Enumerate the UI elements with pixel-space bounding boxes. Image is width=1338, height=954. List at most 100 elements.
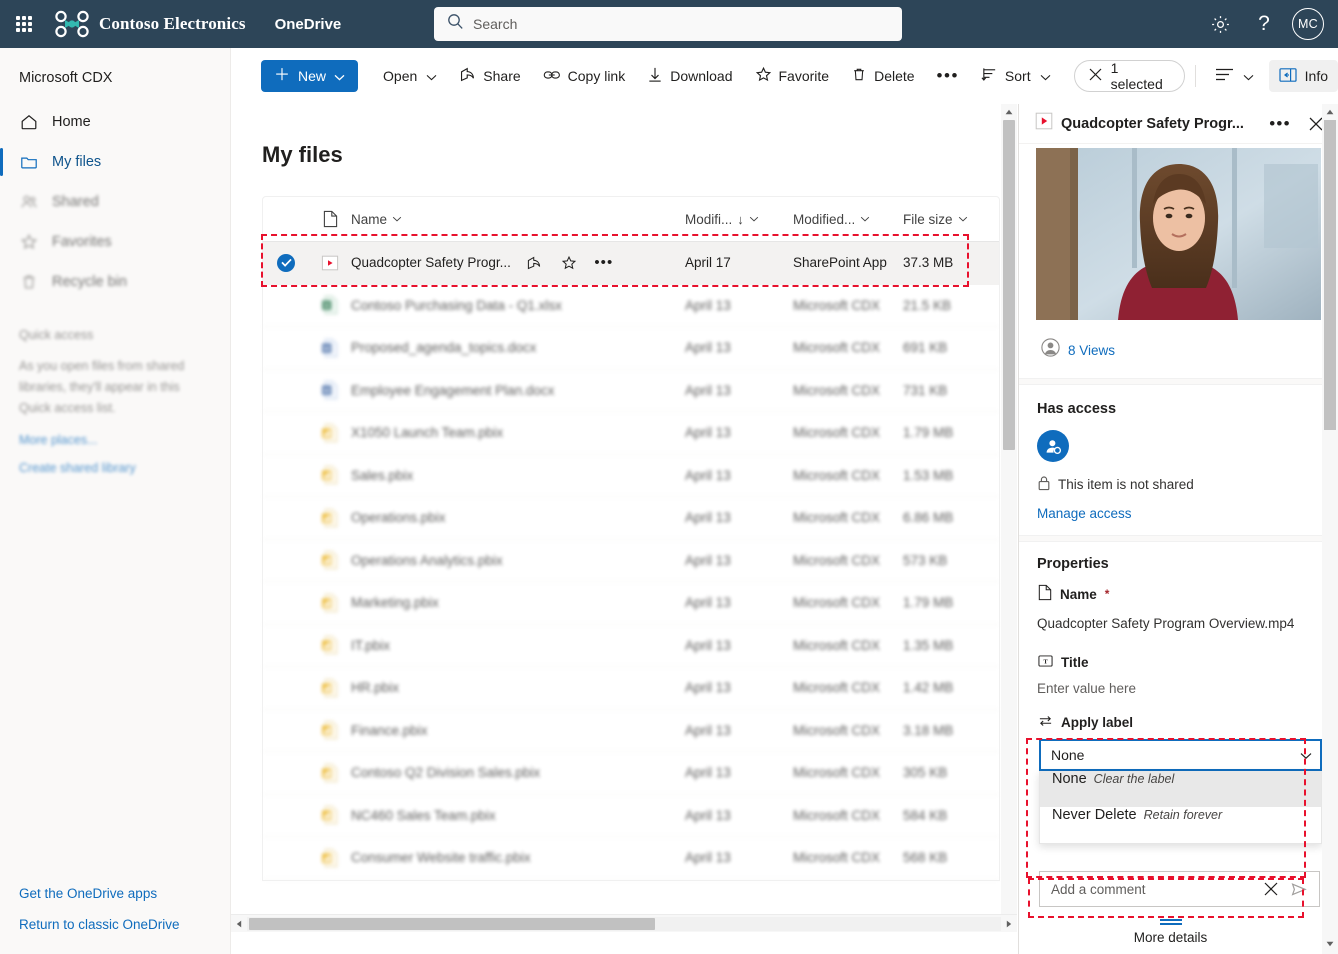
chevron-down-icon[interactable] bbox=[1300, 747, 1312, 763]
file-name-cell[interactable]: Consumer Website traffic.pbix bbox=[351, 850, 685, 865]
get-onedrive-apps-link[interactable]: Get the OneDrive apps bbox=[0, 878, 230, 909]
details-vertical-scrollbar[interactable] bbox=[1322, 104, 1338, 954]
sort-button[interactable]: Sort bbox=[972, 60, 1060, 92]
sidebar-item-recycle-bin[interactable]: Recycle bin bbox=[0, 262, 230, 302]
apply-label-combobox[interactable]: None bbox=[1039, 739, 1322, 771]
access-group-avatar[interactable] bbox=[1037, 430, 1069, 462]
more-details-toggle[interactable]: More details bbox=[1019, 910, 1322, 954]
contoso-logo-icon[interactable] bbox=[54, 10, 90, 38]
comment-input[interactable] bbox=[1051, 882, 1257, 897]
table-row[interactable]: Contoso Q2 Division Sales.pbixApril 13Mi… bbox=[263, 752, 999, 795]
row-checkbox[interactable] bbox=[263, 254, 309, 272]
avatar[interactable]: MC bbox=[1292, 8, 1324, 40]
scroll-left-arrow-icon[interactable] bbox=[231, 920, 247, 928]
scroll-up-arrow-icon[interactable] bbox=[1005, 104, 1013, 120]
download-button[interactable]: Download bbox=[638, 60, 741, 92]
table-row[interactable]: X1050 Launch Team.pbixApril 13Microsoft … bbox=[263, 412, 999, 455]
label-option[interactable]: Never DeleteRetain forever bbox=[1040, 807, 1321, 843]
horizontal-scroll-thumb[interactable] bbox=[249, 918, 655, 930]
table-row[interactable]: Finance.pbixApril 13Microsoft CDX3.18 MB bbox=[263, 710, 999, 753]
file-name-cell[interactable]: Proposed_agenda_topics.docx bbox=[351, 340, 685, 355]
row-share-icon[interactable] bbox=[519, 255, 549, 271]
file-name-cell[interactable]: Sales.pbix bbox=[351, 468, 685, 483]
file-size-cell: 568 KB bbox=[903, 850, 999, 865]
close-icon[interactable] bbox=[1089, 68, 1102, 84]
file-type-column-icon[interactable] bbox=[309, 210, 351, 228]
info-pane-button[interactable]: Info bbox=[1269, 60, 1338, 92]
sidebar-item-home[interactable]: Home bbox=[0, 102, 230, 142]
return-classic-onedrive-link[interactable]: Return to classic OneDrive bbox=[0, 909, 230, 940]
gear-icon[interactable] bbox=[1198, 0, 1242, 48]
table-row[interactable]: WProposed_agenda_topics.docxApril 13Micr… bbox=[263, 327, 999, 370]
open-button[interactable]: Open bbox=[374, 60, 446, 92]
share-button[interactable]: Share bbox=[450, 60, 529, 92]
property-title-value[interactable]: Enter value here bbox=[1019, 671, 1338, 696]
file-name-cell[interactable]: X1050 Launch Team.pbix bbox=[351, 425, 685, 440]
file-name-cell[interactable]: Quadcopter Safety Progr...••• bbox=[351, 255, 685, 271]
help-icon[interactable]: ? bbox=[1242, 0, 1286, 48]
details-scroll-up-arrow-icon[interactable] bbox=[1326, 104, 1334, 120]
app-name[interactable]: OneDrive bbox=[275, 16, 342, 33]
more-places-link[interactable]: More places... bbox=[0, 419, 230, 447]
table-row[interactable]: Marketing.pbixApril 13Microsoft CDX1.79 … bbox=[263, 582, 999, 625]
property-name-value[interactable]: Quadcopter Safety Program Overview.mp4 bbox=[1019, 604, 1338, 634]
row-more-options-icon[interactable]: ••• bbox=[589, 259, 619, 266]
table-row[interactable]: Operations Analytics.pbixApril 13Microso… bbox=[263, 540, 999, 583]
views-count-link[interactable]: 8 Views bbox=[1068, 343, 1115, 358]
file-name-cell[interactable]: Contoso Purchasing Data - Q1.xlsx bbox=[351, 298, 685, 313]
file-name-cell[interactable]: Employee Engagement Plan.docx bbox=[351, 383, 685, 398]
table-row[interactable]: Sales.pbixApril 13Microsoft CDX1.53 MB bbox=[263, 455, 999, 498]
row-favorite-icon[interactable] bbox=[554, 255, 584, 271]
copy-link-button[interactable]: Copy link bbox=[534, 60, 635, 92]
files-horizontal-scrollbar[interactable] bbox=[231, 914, 1017, 932]
file-name-cell[interactable]: Finance.pbix bbox=[351, 723, 685, 738]
manage-access-link[interactable]: Manage access bbox=[1019, 494, 1338, 535]
column-header-name[interactable]: Name bbox=[351, 212, 685, 227]
table-row[interactable]: Consumer Website traffic.pbixApril 13Mic… bbox=[263, 837, 999, 880]
details-more-options-icon[interactable]: ••• bbox=[1266, 110, 1294, 138]
scroll-right-arrow-icon[interactable] bbox=[1001, 920, 1017, 928]
file-name-cell[interactable]: Operations Analytics.pbix bbox=[351, 553, 685, 568]
table-row[interactable]: WEmployee Engagement Plan.docxApril 13Mi… bbox=[263, 370, 999, 413]
favorite-button[interactable]: Favorite bbox=[746, 60, 839, 92]
send-comment-icon[interactable] bbox=[1285, 882, 1313, 897]
file-name-cell[interactable]: IT.pbix bbox=[351, 638, 685, 653]
new-button[interactable]: ＋ New bbox=[261, 60, 358, 92]
file-modified-by-cell: Microsoft CDX bbox=[793, 425, 903, 440]
view-options-button[interactable] bbox=[1206, 60, 1263, 92]
file-name-cell[interactable]: NC460 Sales Team.pbix bbox=[351, 808, 685, 823]
vertical-scroll-thumb[interactable] bbox=[1003, 120, 1015, 450]
files-vertical-scrollbar[interactable] bbox=[1001, 104, 1017, 932]
delete-button[interactable]: Delete bbox=[842, 60, 923, 92]
create-shared-library-link[interactable]: Create shared library bbox=[0, 447, 230, 475]
details-scroll-down-arrow-icon[interactable] bbox=[1326, 936, 1334, 952]
comment-box[interactable] bbox=[1039, 871, 1320, 907]
file-name-cell[interactable]: Marketing.pbix bbox=[351, 595, 685, 610]
file-name-cell[interactable]: HR.pbix bbox=[351, 680, 685, 695]
column-header-file-size[interactable]: File size bbox=[903, 212, 999, 227]
clear-comment-icon[interactable] bbox=[1257, 882, 1285, 896]
details-scroll-thumb[interactable] bbox=[1324, 120, 1336, 430]
sidebar-item-favorites[interactable]: Favorites bbox=[0, 222, 230, 262]
horizontal-scroll-track[interactable] bbox=[247, 917, 1001, 931]
sidebar-item-shared[interactable]: Shared bbox=[0, 182, 230, 222]
search-box[interactable] bbox=[434, 7, 902, 41]
table-row[interactable]: HR.pbixApril 13Microsoft CDX1.42 MB bbox=[263, 667, 999, 710]
table-row[interactable]: NC460 Sales Team.pbixApril 13Microsoft C… bbox=[263, 795, 999, 838]
drag-handle-icon[interactable] bbox=[1160, 919, 1182, 921]
table-row[interactable]: IT.pbixApril 13Microsoft CDX1.35 MB bbox=[263, 625, 999, 668]
overflow-menu-button[interactable]: ••• bbox=[928, 60, 968, 92]
app-launcher-icon[interactable] bbox=[0, 0, 48, 48]
file-name-cell[interactable]: Contoso Q2 Division Sales.pbix bbox=[351, 765, 685, 780]
selection-status-pill[interactable]: 1 selected bbox=[1074, 60, 1185, 92]
sidebar-item-my-files[interactable]: My files bbox=[0, 142, 230, 182]
table-row[interactable]: Operations.pbixApril 13Microsoft CDX6.86… bbox=[263, 497, 999, 540]
search-input[interactable] bbox=[473, 16, 902, 32]
table-row[interactable]: Quadcopter Safety Progr...•••April 17Sha… bbox=[263, 242, 999, 285]
table-row[interactable]: XContoso Purchasing Data - Q1.xlsxApril … bbox=[263, 285, 999, 328]
column-header-modified-by[interactable]: Modified... bbox=[793, 212, 903, 227]
file-name-cell[interactable]: Operations.pbix bbox=[351, 510, 685, 525]
video-thumbnail[interactable] bbox=[1036, 148, 1321, 320]
column-header-modified[interactable]: Modifi... ↓ bbox=[685, 212, 793, 227]
label-option[interactable]: NoneClear the label bbox=[1040, 771, 1321, 807]
